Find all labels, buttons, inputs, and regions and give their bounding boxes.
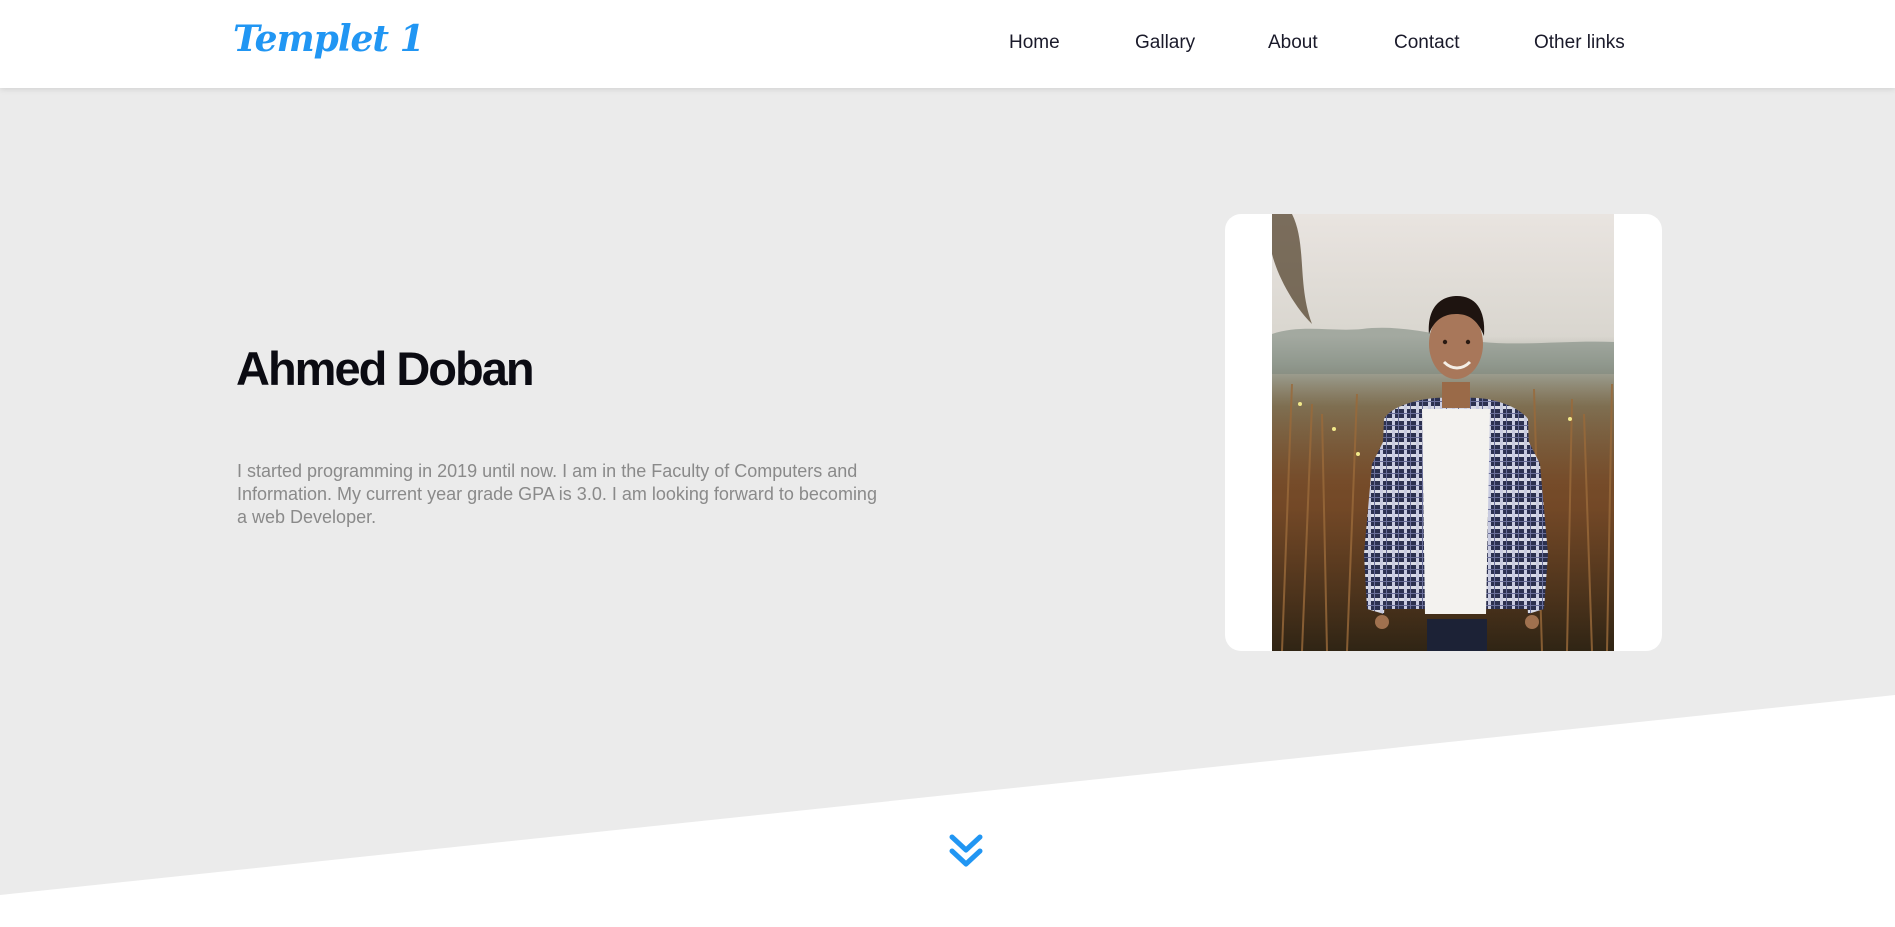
main-nav: Home Gallary About Contact Other links (0, 32, 1895, 58)
site-header: Templet 1 Home Gallary About Contact Oth… (0, 0, 1895, 88)
profile-photo (1272, 214, 1614, 651)
profile-name: Ahmed Doban (236, 342, 535, 395)
profile-bio: I started programming in 2019 until now.… (237, 461, 877, 527)
nav-item-about[interactable]: About (1268, 32, 1318, 54)
nav-item-home[interactable]: Home (1009, 32, 1060, 54)
nav-item-gallary[interactable]: Gallary (1135, 32, 1195, 54)
double-chevron-down-icon[interactable] (948, 832, 984, 872)
nav-item-contact[interactable]: Contact (1394, 32, 1459, 54)
hero-section: Ahmed Doban I started programming in 201… (0, 88, 1895, 927)
nav-item-other-links[interactable]: Other links (1534, 32, 1625, 54)
profile-photo-card (1225, 214, 1662, 651)
